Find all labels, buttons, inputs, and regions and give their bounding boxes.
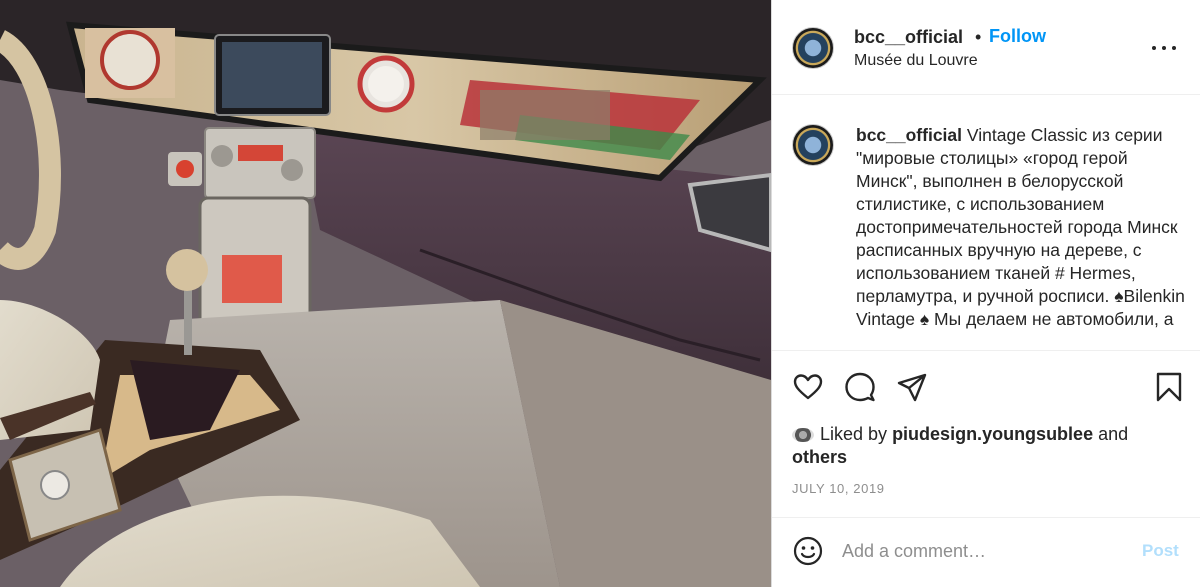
follow-button[interactable]: Follow (989, 26, 1046, 47)
post-location[interactable]: Musée du Louvre (854, 52, 978, 70)
caption-avatar[interactable] (792, 124, 834, 166)
heart-icon[interactable] (792, 371, 824, 403)
post-date[interactable]: JULY 10, 2019 (792, 481, 885, 496)
caption-area[interactable]: bcc__official Vintage Classic из серии "… (772, 96, 1200, 350)
comment-icon[interactable] (844, 371, 876, 403)
header-separator: • (975, 27, 982, 47)
post-actions: Liked by piudesign.youngsublee and other… (772, 350, 1200, 518)
comment-input[interactable] (842, 536, 1132, 566)
car-interior-image (0, 0, 771, 587)
post-header: bcc__official • Follow Musée du Louvre (772, 0, 1200, 95)
bookmark-icon[interactable] (1153, 371, 1185, 403)
post-side-panel: bcc__official • Follow Musée du Louvre b… (771, 0, 1200, 587)
post-comment-button[interactable]: Post (1142, 541, 1179, 561)
emoji-icon[interactable] (792, 535, 824, 567)
author-username[interactable]: bcc__official (854, 27, 963, 48)
caption-text: Vintage Classic из серии "мировые столиц… (856, 125, 1185, 329)
liker-username[interactable]: piudesign.youngsublee (892, 424, 1093, 444)
caption-username[interactable]: bcc__official (856, 125, 962, 145)
share-icon[interactable] (896, 371, 928, 403)
liker-avatar[interactable] (792, 428, 814, 443)
post-photo[interactable] (0, 0, 771, 587)
comment-row: Post (772, 518, 1200, 587)
more-options-icon[interactable] (1152, 38, 1178, 58)
post-caption: bcc__official Vintage Classic из серии "… (856, 124, 1186, 331)
author-avatar[interactable] (792, 27, 834, 69)
likes-others-link[interactable]: others (792, 447, 847, 467)
likes-summary: Liked by piudesign.youngsublee and other… (792, 423, 1182, 469)
likes-conj: and (1098, 424, 1129, 444)
likes-prefix: Liked by (820, 424, 888, 444)
